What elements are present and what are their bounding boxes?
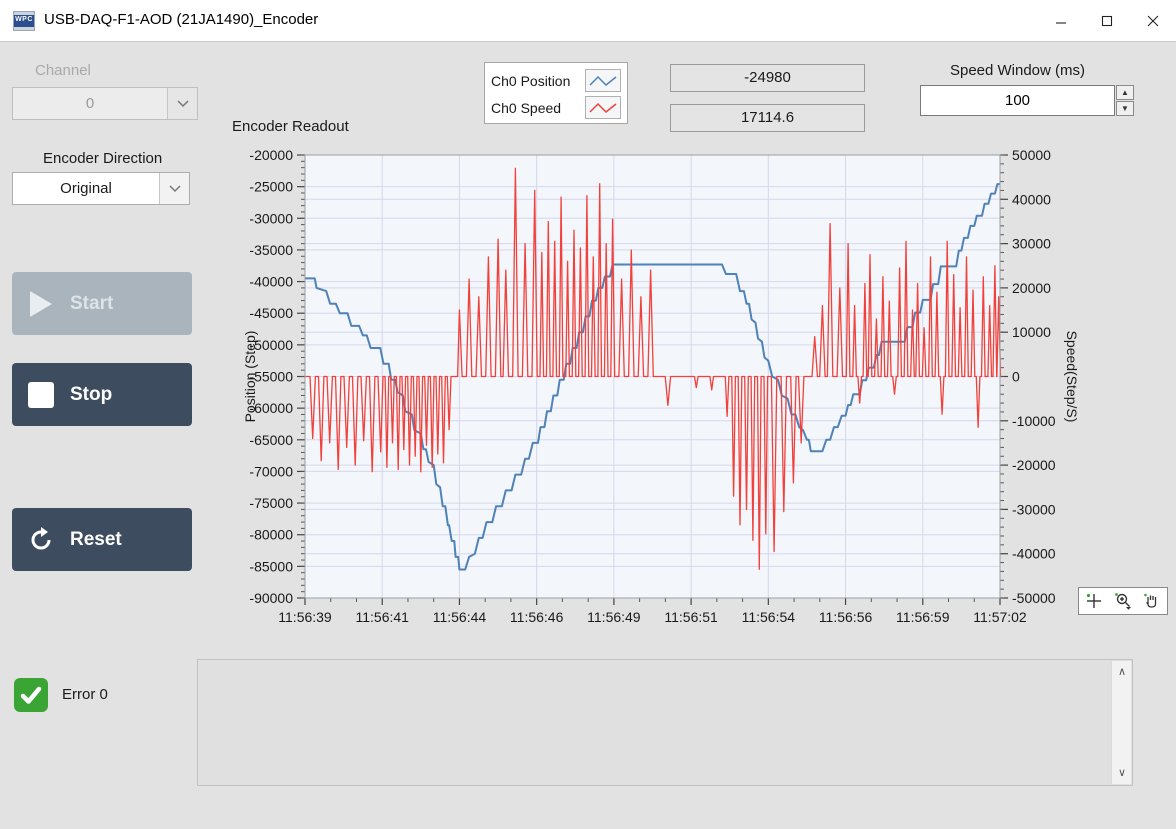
svg-text:11:56:46: 11:56:46 — [510, 609, 564, 625]
svg-text:-40000: -40000 — [1012, 546, 1056, 562]
svg-text:11:56:41: 11:56:41 — [355, 609, 409, 625]
svg-text:20000: 20000 — [1012, 280, 1051, 296]
svg-text:11:56:51: 11:56:51 — [664, 609, 718, 625]
title-bar: WPC USB-DAQ-F1-AOD (21JA1490)_Encoder — [0, 0, 1176, 42]
svg-text:30000: 30000 — [1012, 236, 1051, 252]
svg-text:-70000: -70000 — [249, 463, 293, 479]
direction-chevron-down-icon — [159, 173, 189, 204]
svg-text:10000: 10000 — [1012, 324, 1051, 340]
svg-text:Position (Step): Position (Step) — [242, 331, 258, 423]
svg-text:-40000: -40000 — [249, 274, 293, 290]
spin-down-button[interactable]: ▼ — [1116, 101, 1134, 116]
position-readout: -24980 — [670, 64, 865, 92]
start-button[interactable]: Start — [12, 272, 192, 335]
svg-text:-65000: -65000 — [249, 432, 293, 448]
svg-text:11:56:39: 11:56:39 — [278, 609, 332, 625]
channel-label: Channel — [35, 62, 91, 79]
stop-icon — [12, 382, 70, 408]
svg-text:-75000: -75000 — [249, 495, 293, 511]
error-checkbox[interactable] — [14, 678, 48, 712]
spin-down-icon: ▼ — [1121, 104, 1129, 113]
svg-text:Speed(Step/S): Speed(Step/S) — [1064, 331, 1080, 423]
svg-text:-30000: -30000 — [249, 210, 293, 226]
window-title: USB-DAQ-F1-AOD (21JA1490)_Encoder — [44, 11, 318, 28]
error-label: Error 0 — [62, 686, 108, 703]
checkmark-icon — [19, 683, 43, 707]
svg-text:11:56:49: 11:56:49 — [587, 609, 641, 625]
svg-text:11:57:02: 11:57:02 — [973, 609, 1027, 625]
spin-up-icon: ▲ — [1121, 88, 1129, 97]
svg-text:-10000: -10000 — [1012, 413, 1056, 429]
svg-text:11:56:54: 11:56:54 — [742, 609, 796, 625]
svg-text:-20000: -20000 — [249, 147, 293, 163]
reset-icon — [12, 527, 70, 553]
maximize-icon — [1101, 15, 1113, 27]
encoder-direction-label: Encoder Direction — [43, 150, 162, 167]
svg-text:50000: 50000 — [1012, 147, 1051, 163]
speed-window-input[interactable] — [920, 85, 1115, 116]
svg-text:40000: 40000 — [1012, 191, 1051, 207]
graph-palette — [1078, 587, 1168, 615]
minimize-icon — [1055, 15, 1067, 27]
svg-text:-25000: -25000 — [249, 179, 293, 195]
svg-text:0: 0 — [1012, 369, 1020, 385]
svg-text:11:56:59: 11:56:59 — [896, 609, 950, 625]
channel-select[interactable]: 0 — [12, 87, 198, 120]
pan-hand-icon[interactable] — [1141, 590, 1163, 612]
svg-text:-35000: -35000 — [249, 242, 293, 258]
log-scrollbar[interactable]: ∧ ∨ — [1111, 661, 1131, 784]
spin-up-button[interactable]: ▲ — [1116, 85, 1134, 100]
channel-chevron-down-icon — [167, 88, 197, 119]
close-icon — [1147, 15, 1159, 27]
error-log-textarea[interactable]: ∧ ∨ — [197, 659, 1133, 786]
speed-window-label: Speed Window (ms) — [920, 62, 1115, 79]
svg-text:-30000: -30000 — [1012, 501, 1056, 517]
scroll-down-icon[interactable]: ∨ — [1112, 764, 1132, 782]
svg-text:-90000: -90000 — [249, 590, 293, 606]
svg-text:-50000: -50000 — [1012, 590, 1056, 606]
position-line-swatch — [585, 69, 621, 92]
encoder-direction-select[interactable]: Original — [12, 172, 190, 205]
play-icon — [12, 291, 70, 317]
svg-text:-80000: -80000 — [249, 527, 293, 543]
legend-item-position[interactable]: Ch0 Position — [491, 67, 621, 94]
minimize-button[interactable] — [1038, 0, 1084, 42]
maximize-button[interactable] — [1084, 0, 1130, 42]
app-logo-icon: WPC — [13, 11, 35, 31]
encoder-chart-svg: -90000-85000-80000-75000-70000-65000-600… — [225, 113, 1085, 625]
scroll-up-icon[interactable]: ∧ — [1112, 663, 1132, 681]
svg-text:-45000: -45000 — [249, 305, 293, 321]
svg-text:-85000: -85000 — [249, 558, 293, 574]
zoom-icon[interactable] — [1112, 590, 1134, 612]
crosshair-icon[interactable] — [1083, 590, 1105, 612]
svg-text:11:56:44: 11:56:44 — [433, 609, 487, 625]
svg-text:-20000: -20000 — [1012, 457, 1056, 473]
svg-text:11:56:56: 11:56:56 — [819, 609, 873, 625]
stop-button[interactable]: Stop — [12, 363, 192, 426]
reset-button[interactable]: Reset — [12, 508, 192, 571]
close-button[interactable] — [1130, 0, 1176, 42]
